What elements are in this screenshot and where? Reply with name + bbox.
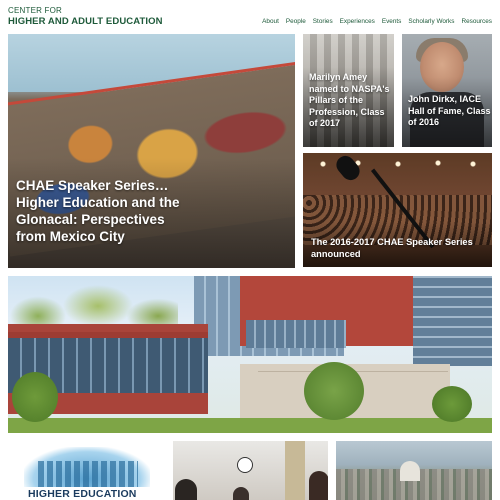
tree-image — [432, 386, 472, 422]
city-aerial-photo-tile[interactable] — [336, 441, 492, 500]
nav-item-experiences[interactable]: Experiences — [340, 18, 375, 25]
building-glass-mid — [246, 320, 346, 348]
nav-item-stories[interactable]: Stories — [313, 18, 333, 25]
person-image — [175, 479, 197, 500]
door-image — [285, 441, 305, 500]
ceiling-lights-image — [303, 157, 492, 171]
story-tile-title: John Dirkx, IACE Hall of Fame, Class of … — [408, 94, 491, 127]
person-image — [309, 471, 328, 500]
capitol-dome-image — [400, 461, 420, 481]
person-image — [233, 487, 249, 500]
tree-image — [304, 362, 364, 420]
story-tile-marilyn-amey[interactable]: Marilyn Amey named to NASPA's Pillars of… — [303, 34, 394, 147]
clock-icon — [237, 457, 253, 473]
logo-line-1: CENTER FOR — [8, 6, 62, 15]
feature-tile-speaker-series-mexico[interactable]: CHAE Speaker Series… Higher Education an… — [8, 34, 295, 268]
classroom-photo-tile[interactable] — [173, 441, 328, 500]
story-tile-john-dirkx[interactable]: John Dirkx, IACE Hall of Fame, Class of … — [402, 34, 492, 147]
lawn-image — [8, 418, 492, 433]
feature-tile-title: CHAE Speaker Series… Higher Education an… — [16, 178, 180, 244]
story-tile-title: The 2016-2017 CHAE Speaker Series announ… — [311, 237, 473, 259]
nav-item-about[interactable]: About — [262, 18, 279, 25]
skyline-buildings-graphic — [38, 461, 138, 487]
building-glass-right — [413, 276, 492, 366]
building-photo-tile[interactable] — [8, 276, 492, 433]
nav-item-scholarly-works[interactable]: Scholarly Works — [408, 18, 454, 25]
nav-item-people[interactable]: People — [286, 18, 306, 25]
higher-education-graphic-tile[interactable]: HIGHER EDUCATION — [8, 441, 165, 500]
logo-line-2: HIGHER AND ADULT EDUCATION — [8, 16, 163, 27]
story-tile-title: Marilyn Amey named to NASPA's Pillars of… — [309, 72, 390, 128]
tree-image — [12, 372, 58, 422]
nav-item-events[interactable]: Events — [382, 18, 402, 25]
main-nav: About People Stories Experiences Events … — [262, 18, 492, 25]
nav-item-resources[interactable]: Resources — [461, 18, 492, 25]
higher-education-label: HIGHER EDUCATION — [28, 488, 137, 500]
site-logo[interactable]: CENTER FOR HIGHER AND ADULT EDUCATION — [8, 7, 163, 27]
site-header: CENTER FOR HIGHER AND ADULT EDUCATION Ab… — [0, 0, 500, 34]
story-tile-speaker-series-announced[interactable]: The 2016-2017 CHAE Speaker Series announ… — [303, 153, 492, 267]
